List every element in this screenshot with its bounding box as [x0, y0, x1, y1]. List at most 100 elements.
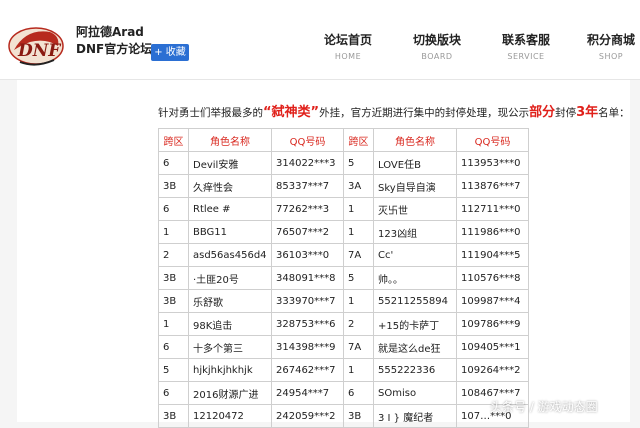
nav-service-label: 联系客服: [501, 33, 550, 47]
table-row: 2 asd56as456d4 36103***0 7A Cc' 111904***5: [158, 243, 529, 267]
watermark: 头条号 / 游戏动态圈: [490, 400, 598, 414]
favorite-button[interactable]: + 收藏: [151, 44, 189, 61]
nav-shop[interactable]: 积分商城 SHOP: [573, 32, 640, 63]
svg-text:DNF: DNF: [17, 41, 62, 61]
table-cell: 1: [343, 289, 374, 313]
table-cell: 111904***5: [456, 243, 529, 267]
table-cell: 3A: [343, 174, 374, 198]
table-cell: 帅。。: [373, 266, 457, 290]
table-cell: 久痒性会: [188, 174, 272, 198]
table-cell: 6: [158, 381, 189, 405]
nav-home[interactable]: 论坛首页 HOME: [310, 32, 386, 63]
nav-shop-label: 积分商城: [586, 33, 635, 47]
table-cell: 112711***0: [456, 197, 529, 221]
table-cell: 314398***9: [271, 335, 344, 359]
table-cell: ·土匪20号: [188, 266, 272, 290]
table-cell: 3 I } 魔纪者: [373, 404, 457, 428]
nav-service-sublabel: SERVICE: [507, 52, 545, 61]
table-cell: 乐舒歌: [188, 289, 272, 313]
table-cell: 1: [343, 358, 374, 382]
site-subtitle: DNF官方论坛: [76, 42, 153, 56]
nav-board-sublabel: BOARD: [421, 52, 453, 61]
table-cell: 2016财源广进: [188, 381, 272, 405]
table-cell: 267462***7: [271, 358, 344, 382]
table-cell: 1: [343, 220, 374, 244]
notice-highlight-cheat: “弑神类”: [263, 105, 320, 120]
table-cell: 6: [158, 335, 189, 359]
table-cell: 6: [158, 197, 189, 221]
table-row: 1 98K追击 328753***6 2 +15的卡萨丁 109786***9: [158, 312, 529, 336]
dnf-logo[interactable]: DNF: [6, 20, 66, 70]
table-cell: Rtlee #: [188, 197, 272, 221]
ban-list-table: 跨区 角色名称 QQ号码 跨区 角色名称 QQ号码 6 Devil安雅 314022…: [158, 128, 529, 428]
col-header-zone: 跨区: [158, 128, 189, 152]
table-row: 5 hjkjhkjhkhjk 267462***7 1 555222336 109264*…: [158, 358, 529, 382]
table-cell: 3B: [343, 404, 374, 428]
site-header: DNF 阿拉德Arad DNF官方论坛 + 收藏 论坛首页 HOME 切换版块 …: [0, 0, 640, 80]
table-cell: 12120472: [188, 404, 272, 428]
table-cell: BBG11: [188, 220, 272, 244]
notice-text-1: 针对勇士们举报最多的: [158, 107, 263, 119]
table-cell: 6: [343, 381, 374, 405]
table-cell: 123凶组: [373, 220, 457, 244]
table-cell: 109264***2: [456, 358, 529, 382]
ban-notice: 针对勇士们举报最多的“弑神类”外挂，官方近期进行集中的封停处理，现公示部分封停3…: [158, 104, 638, 122]
table-cell: 314022***3: [271, 151, 344, 175]
site-title: 阿拉德Arad DNF官方论坛: [76, 24, 152, 58]
table-cell: 3B: [158, 266, 189, 290]
col-header-qq: QQ号码: [271, 128, 344, 152]
notice-highlight-years: 3年: [576, 105, 599, 120]
table-cell: 77262***3: [271, 197, 344, 221]
table-row: 6 2016财源广进 24954***7 6 SOmiso 108467***7: [158, 381, 529, 405]
table-cell: 3B: [158, 289, 189, 313]
table-cell: 328753***6: [271, 312, 344, 336]
table-cell: Sky自导自演: [373, 174, 457, 198]
site-name: 阿拉德Arad: [76, 25, 144, 39]
table-cell: 348091***8: [271, 266, 344, 290]
table-row: 3B 乐舒歌 333970***7 1 55211255894 109987***4: [158, 289, 529, 313]
table-cell: 109987***4: [456, 289, 529, 313]
table-header-row: 跨区 角色名称 QQ号码 跨区 角色名称 QQ号码: [158, 128, 529, 152]
table-cell: 1: [158, 220, 189, 244]
table-cell: Cc': [373, 243, 457, 267]
table-row: 1 BBG11 76507***2 1 123凶组 111986***0: [158, 220, 529, 244]
nav-home-label: 论坛首页: [323, 33, 372, 47]
table-cell: 1: [343, 197, 374, 221]
table-row: 6 Devil安雅 314022***3 5 LOVE任B 113953***0: [158, 151, 529, 175]
table-row: 3B ·土匪20号 348091***8 5 帅。。 110576***8: [158, 266, 529, 290]
nav-home-sublabel: HOME: [334, 52, 362, 61]
notice-text-2: 外挂，官方近期进行集中的封停处理，现公示: [319, 107, 530, 119]
table-row: 3B 12120472 242059***2 3B 3 I } 魔纪者 107…***0: [158, 404, 529, 428]
table-cell: 2: [343, 312, 374, 336]
table-cell: 333970***7: [271, 289, 344, 313]
table-cell: 109405***1: [456, 335, 529, 359]
table-cell: Devil安雅: [188, 151, 272, 175]
table-cell: 3B: [158, 404, 189, 428]
col-header-zone-2: 跨区: [343, 128, 374, 152]
table-cell: +15的卡萨丁: [373, 312, 457, 336]
table-cell: 109786***9: [456, 312, 529, 336]
table-cell: 1: [158, 312, 189, 336]
table-cell: 3B: [158, 174, 189, 198]
nav-shop-sublabel: SHOP: [598, 52, 624, 61]
table-cell: 76507***2: [271, 220, 344, 244]
notice-highlight-partial: 部分: [529, 105, 556, 120]
table-cell: LOVE任B: [373, 151, 457, 175]
nav-board[interactable]: 切换版块 BOARD: [399, 32, 475, 63]
col-header-name: 角色名称: [188, 128, 272, 152]
ban-list-body: 6 Devil安雅 314022***3 5 LOVE任B 113953***0 3B 久痒性…: [158, 151, 529, 428]
table-cell: 十多个第三: [188, 335, 272, 359]
table-row: 6 Rtlee #77262***3 1 灭卐世 112711***0: [158, 197, 529, 221]
col-header-qq-2: QQ号码: [456, 128, 529, 152]
table-cell: 555222336: [373, 358, 457, 382]
table-cell: asd56as456d4: [188, 243, 272, 267]
table-cell: 111986***0: [456, 220, 529, 244]
table-cell: 5: [343, 151, 374, 175]
table-cell: 6: [158, 151, 189, 175]
table-cell: SOmiso: [373, 381, 457, 405]
col-header-name-2: 角色名称: [373, 128, 457, 152]
table-cell: 2: [158, 243, 189, 267]
nav-service[interactable]: 联系客服 SERVICE: [488, 32, 564, 63]
table-cell: 113953***0: [456, 151, 529, 175]
table-cell: 110576***8: [456, 266, 529, 290]
